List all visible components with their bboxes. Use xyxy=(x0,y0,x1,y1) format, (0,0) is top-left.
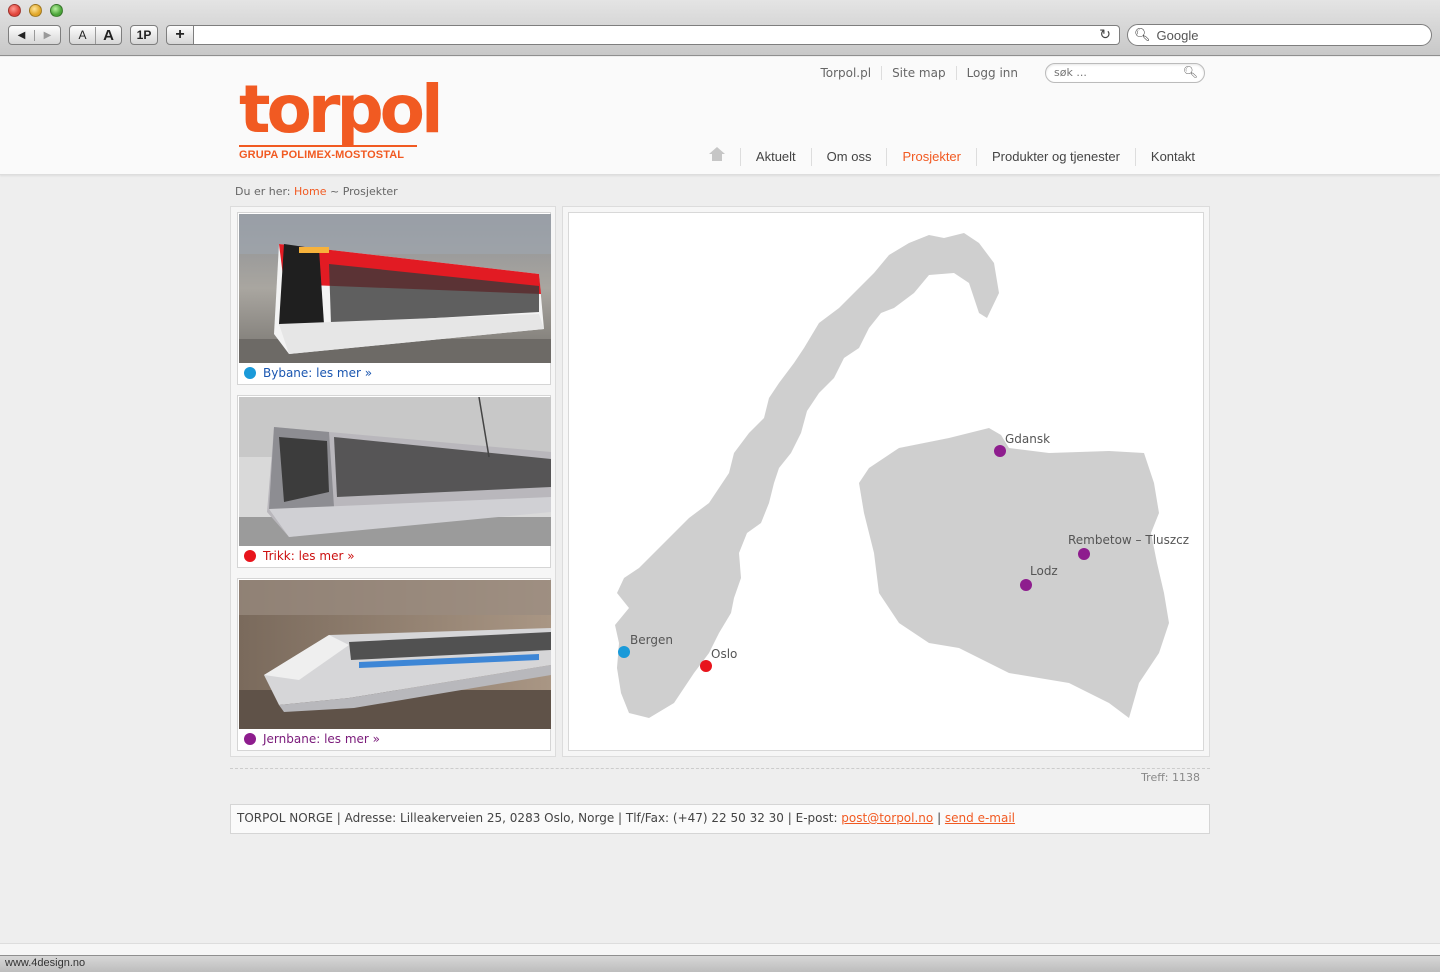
close-window-button[interactable] xyxy=(8,4,21,17)
city-label-gdansk: Gdansk xyxy=(1005,432,1050,446)
back-forward-group: ◀ ▶ xyxy=(8,25,61,45)
address-bar[interactable]: ↻ xyxy=(194,25,1120,45)
bybane-dot xyxy=(244,367,256,379)
zoom-window-button[interactable] xyxy=(50,4,63,17)
project-map: Bergen Oslo Gdansk Rembetow – Tluszcz Lo… xyxy=(562,206,1210,757)
jernbane-link[interactable]: Jernbane: les mer » xyxy=(263,732,380,746)
home-icon xyxy=(708,147,725,161)
poland-shape[interactable] xyxy=(859,428,1169,718)
project-card-jernbane[interactable]: Jernbane: les mer » xyxy=(237,578,551,751)
trikk-link[interactable]: Trikk: les mer » xyxy=(263,549,355,563)
text-bigger-button[interactable]: A xyxy=(95,26,121,44)
footer-address: TORPOL NORGE | Adresse: Lilleakerveien 2… xyxy=(237,811,842,825)
browser-search-field[interactable]: 🔍︎ Google xyxy=(1127,24,1432,46)
jernbane-photo[interactable] xyxy=(239,580,551,729)
nav-om-oss[interactable]: Om oss xyxy=(810,147,887,166)
top-link-login[interactable]: Logg inn xyxy=(955,66,1028,80)
city-marker-rembetow[interactable] xyxy=(1078,548,1090,560)
search-icon[interactable]: 🔍︎ xyxy=(1183,65,1198,79)
onepassword-button[interactable]: 1P xyxy=(130,25,158,45)
logo-wordmark: torpol xyxy=(239,71,444,148)
site-search: 🔍︎ xyxy=(1045,63,1205,83)
breadcrumb: Du er her: Home ~ Prosjekter xyxy=(235,185,398,198)
project-card-trikk[interactable]: Trikk: les mer » xyxy=(237,395,551,568)
browser-toolbar: ◀ ▶ A A 1P + ↻ 🔍︎ Google xyxy=(0,0,1440,56)
breadcrumb-home[interactable]: Home xyxy=(294,185,326,198)
nav-prosjekter[interactable]: Prosjekter xyxy=(886,147,976,166)
nav-aktuelt[interactable]: Aktuelt xyxy=(739,147,811,166)
back-button[interactable]: ◀ xyxy=(9,30,34,41)
bybane-photo[interactable] xyxy=(239,214,551,363)
breadcrumb-separator: ~ xyxy=(329,185,340,198)
city-label-bergen: Bergen xyxy=(630,633,673,647)
site-search-input[interactable] xyxy=(1054,66,1179,79)
city-label-oslo: Oslo xyxy=(711,647,737,661)
top-link-site-map[interactable]: Site map xyxy=(881,66,956,80)
bybane-link[interactable]: Bybane: les mer » xyxy=(263,366,372,380)
trikk-caption[interactable]: Trikk: les mer » xyxy=(244,549,355,563)
city-marker-bergen[interactable] xyxy=(618,646,630,658)
search-icon: 🔍︎ xyxy=(1134,27,1151,42)
site-header: torpol GRUPA POLIMEX-MOSTOSTAL Torpol.pl… xyxy=(0,57,1440,175)
nav-kontakt[interactable]: Kontakt xyxy=(1134,147,1210,166)
torpol-logo[interactable]: torpol GRUPA POLIMEX-MOSTOSTAL xyxy=(239,71,444,161)
trikk-dot xyxy=(244,550,256,562)
status-bar: www.4design.no xyxy=(0,955,1440,972)
logo-subtitle: GRUPA POLIMEX-MOSTOSTAL xyxy=(239,149,405,161)
trikk-photo[interactable] xyxy=(239,397,551,546)
city-marker-oslo[interactable] xyxy=(700,660,712,672)
footer-separator: | xyxy=(933,811,945,825)
breadcrumb-prefix: Du er her: xyxy=(235,185,291,198)
text-smaller-button[interactable]: A xyxy=(70,28,95,42)
minimize-window-button[interactable] xyxy=(29,4,42,17)
jernbane-caption[interactable]: Jernbane: les mer » xyxy=(244,732,380,746)
bybane-caption[interactable]: Bybane: les mer » xyxy=(244,366,372,380)
project-card-bybane[interactable]: Bybane: les mer » xyxy=(237,212,551,385)
hit-counter: Treff: 1138 xyxy=(1141,771,1200,784)
breadcrumb-current: Prosjekter xyxy=(342,185,398,198)
text-size-group: A A xyxy=(69,25,122,45)
footer-email-link[interactable]: post@torpol.no xyxy=(841,811,933,825)
jernbane-dot xyxy=(244,733,256,745)
top-link-torpol-pl[interactable]: Torpol.pl xyxy=(810,66,881,80)
city-marker-lodz[interactable] xyxy=(1020,579,1032,591)
map-canvas: Bergen Oslo Gdansk Rembetow – Tluszcz Lo… xyxy=(568,212,1204,751)
city-label-lodz: Lodz xyxy=(1030,564,1058,578)
top-links: Torpol.pl Site map Logg inn xyxy=(810,66,1028,80)
page-bottom xyxy=(0,943,1440,955)
city-marker-gdansk[interactable] xyxy=(994,445,1006,457)
main-navigation: Aktuelt Om oss Prosjekter Produkter og t… xyxy=(694,147,1210,166)
project-list: Bybane: les mer » Trikk: les mer » Jernb… xyxy=(230,206,556,757)
reload-icon[interactable]: ↻ xyxy=(1099,27,1111,43)
site-footer: TORPOL NORGE | Adresse: Lilleakerveien 2… xyxy=(230,804,1210,834)
add-bookmark-button[interactable]: + xyxy=(166,25,194,45)
browser-search-placeholder: Google xyxy=(1156,27,1199,43)
content-divider xyxy=(230,768,1210,769)
forward-button[interactable]: ▶ xyxy=(34,29,60,41)
city-label-rembetow: Rembetow – Tluszcz xyxy=(1068,533,1189,547)
footer-send-email-link[interactable]: send e-mail xyxy=(945,811,1015,825)
nav-home[interactable] xyxy=(694,147,740,166)
nav-produkter-og-tjenester[interactable]: Produkter og tjenester xyxy=(976,147,1135,166)
web-page: torpol GRUPA POLIMEX-MOSTOSTAL Torpol.pl… xyxy=(0,57,1440,943)
